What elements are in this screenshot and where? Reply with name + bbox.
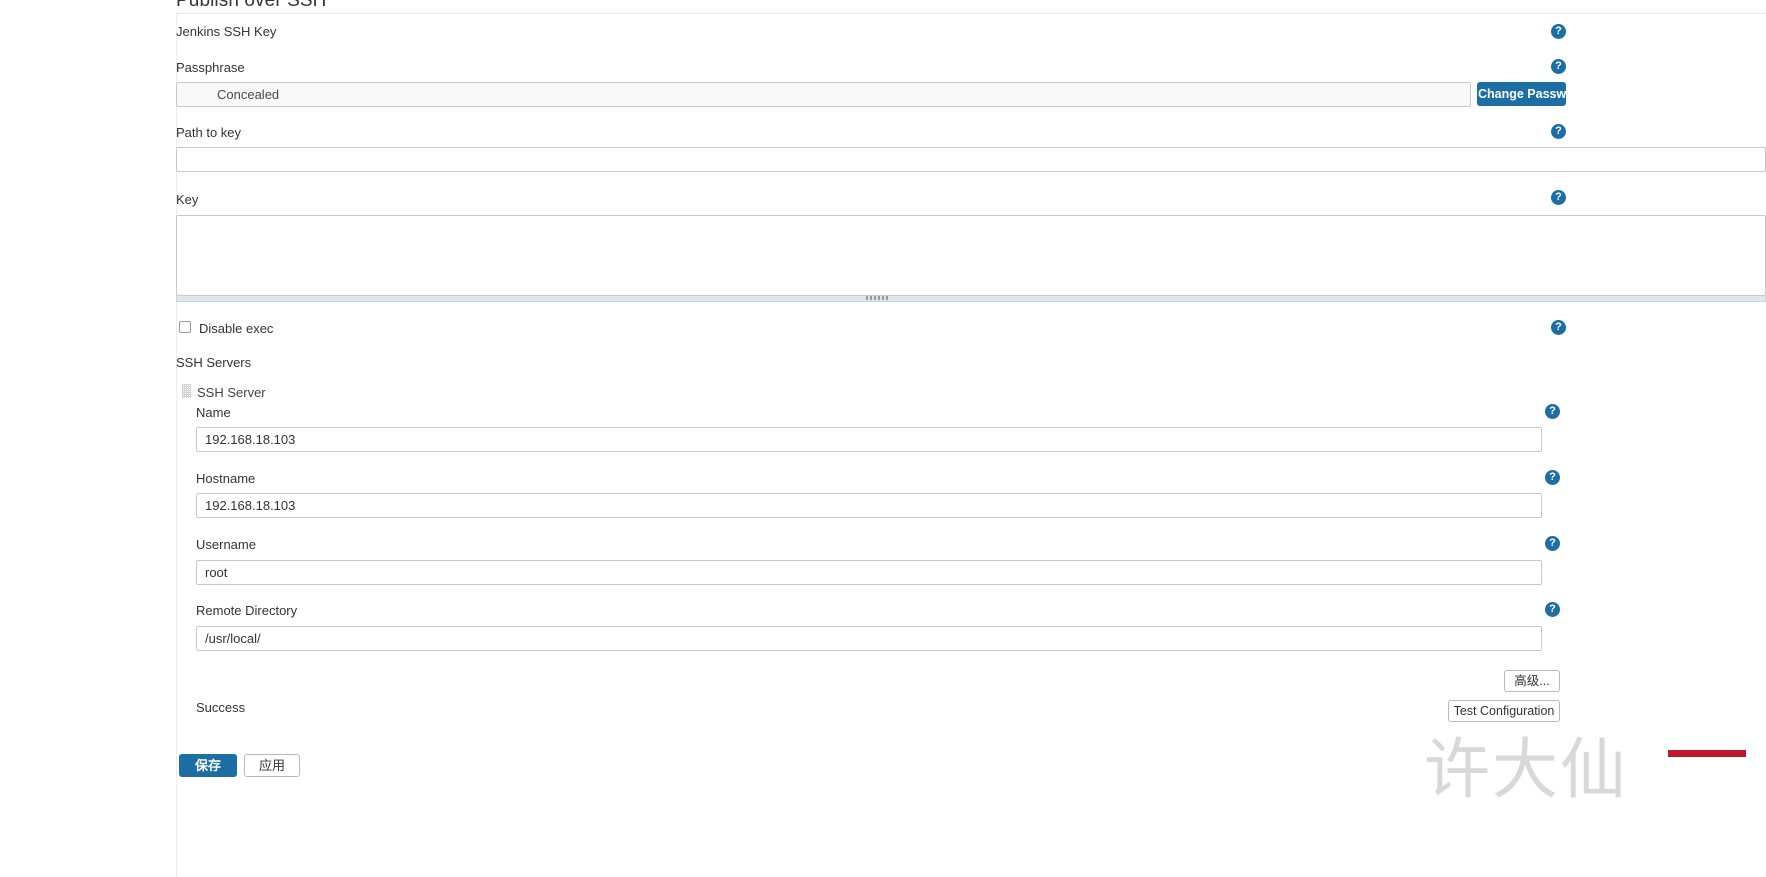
help-icon-passphrase[interactable]: ?	[1551, 59, 1566, 74]
ssh-name-input[interactable]	[196, 427, 1542, 452]
ssh-server-entry-label: SSH Server	[197, 385, 266, 400]
change-password-button[interactable]: Change Password	[1477, 82, 1586, 106]
key-textarea-resize-handle[interactable]	[176, 296, 1766, 302]
disable-exec-label: Disable exec	[199, 321, 274, 336]
help-icon-disable-exec[interactable]: ?	[1551, 320, 1566, 335]
ssh-remote-directory-input[interactable]	[196, 626, 1542, 651]
title-divider	[176, 13, 1766, 14]
help-icon-ssh-remote-directory[interactable]: ?	[1545, 602, 1560, 617]
help-icon-key[interactable]: ?	[1551, 190, 1566, 205]
save-button[interactable]: 保存	[179, 754, 237, 777]
ssh-remote-directory-label: Remote Directory	[196, 603, 298, 618]
path-to-key-label: Path to key	[176, 125, 242, 140]
ssh-hostname-label: Hostname	[196, 471, 256, 486]
test-result-status: Success	[196, 700, 246, 715]
ssh-servers-section-label: SSH Servers	[176, 355, 252, 370]
form-left-guide	[176, 14, 177, 877]
page-title: Publish over SSH	[176, 0, 327, 11]
resize-grip-dots-icon	[866, 296, 888, 300]
advanced-button[interactable]: 高级...	[1504, 670, 1560, 692]
watermark-text: 许大仙	[1424, 734, 1628, 807]
watermark-bar	[1668, 750, 1746, 757]
path-to-key-input[interactable]	[176, 147, 1766, 172]
drag-handle-icon[interactable]	[182, 384, 191, 398]
ssh-hostname-input[interactable]	[196, 493, 1542, 518]
jenkins-ssh-key-label: Jenkins SSH Key	[176, 24, 277, 39]
help-icon-ssh-username[interactable]: ?	[1545, 536, 1560, 551]
apply-button[interactable]: 应用	[244, 754, 300, 777]
help-icon-ssh-hostname[interactable]: ?	[1545, 470, 1560, 485]
key-textarea-container[interactable]	[176, 215, 1766, 296]
key-textarea[interactable]	[177, 216, 1765, 295]
help-icon-ssh-name[interactable]: ?	[1545, 404, 1560, 419]
ssh-username-label: Username	[196, 537, 256, 552]
ssh-username-input[interactable]	[196, 560, 1542, 585]
ssh-name-label: Name	[196, 405, 231, 420]
passphrase-label: Passphrase	[176, 60, 245, 75]
help-icon-path-to-key[interactable]: ?	[1551, 124, 1566, 139]
key-label: Key	[176, 192, 199, 207]
help-icon-jenkins-ssh-key[interactable]: ?	[1551, 24, 1566, 39]
disable-exec-checkbox[interactable]	[179, 321, 191, 333]
passphrase-input[interactable]	[176, 82, 1471, 107]
publish-over-ssh-config-page: Publish over SSH Jenkins SSH Key ? Passp…	[0, 0, 1766, 877]
